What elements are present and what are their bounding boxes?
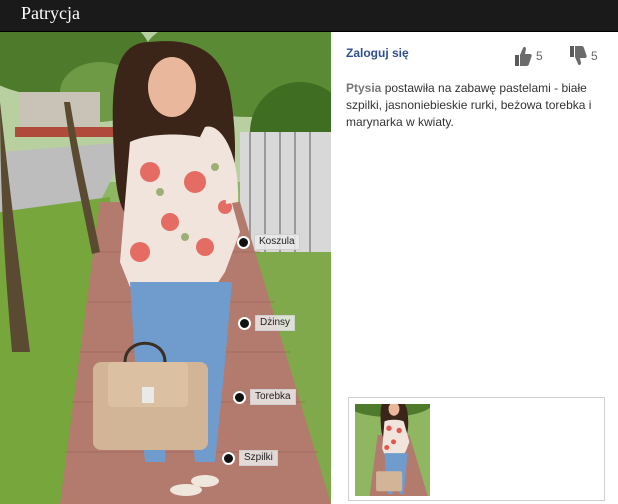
page-title: Patrycja (21, 3, 80, 23)
dislike-count: 5 (591, 49, 598, 63)
tag-dot-icon (237, 235, 250, 249)
dislike-button[interactable]: 5 (567, 44, 598, 68)
header-bar: Patrycja (0, 0, 618, 32)
thumb-up-icon (515, 46, 532, 66)
like-button[interactable]: 5 (512, 44, 543, 68)
tag-dot-icon (233, 390, 246, 404)
tag-label: Torebka (250, 389, 296, 405)
tag-dot-icon (222, 451, 235, 465)
thumbnail-image[interactable] (355, 404, 430, 496)
outfit-photo: Koszula Dżinsy Torebka Szpilki (0, 32, 331, 504)
outfit-description: Ptysia postawiła na zabawę pastelami - b… (346, 80, 618, 131)
like-count: 5 (536, 49, 543, 63)
photo-illustration (0, 32, 331, 504)
description-text: postawiła na zabawę pastelami - białe sz… (346, 81, 592, 129)
photo-tag-handbag[interactable]: Torebka (233, 389, 296, 405)
thumb-down-icon (570, 46, 587, 66)
tag-dot-icon (238, 316, 251, 330)
tag-label: Dżinsy (255, 315, 296, 331)
photo-tag-jeans[interactable]: Dżinsy (238, 315, 296, 331)
photo-tag-shirt[interactable]: Koszula (237, 234, 300, 250)
tag-label: Koszula (254, 234, 300, 250)
tag-label: Szpilki (239, 450, 278, 466)
photo-tag-heels[interactable]: Szpilki (222, 450, 278, 466)
author-name[interactable]: Ptysia (346, 81, 381, 95)
login-link[interactable]: Zaloguj się (346, 46, 409, 60)
thumbnail-strip (348, 397, 605, 501)
thumbnail-illustration (355, 404, 430, 496)
